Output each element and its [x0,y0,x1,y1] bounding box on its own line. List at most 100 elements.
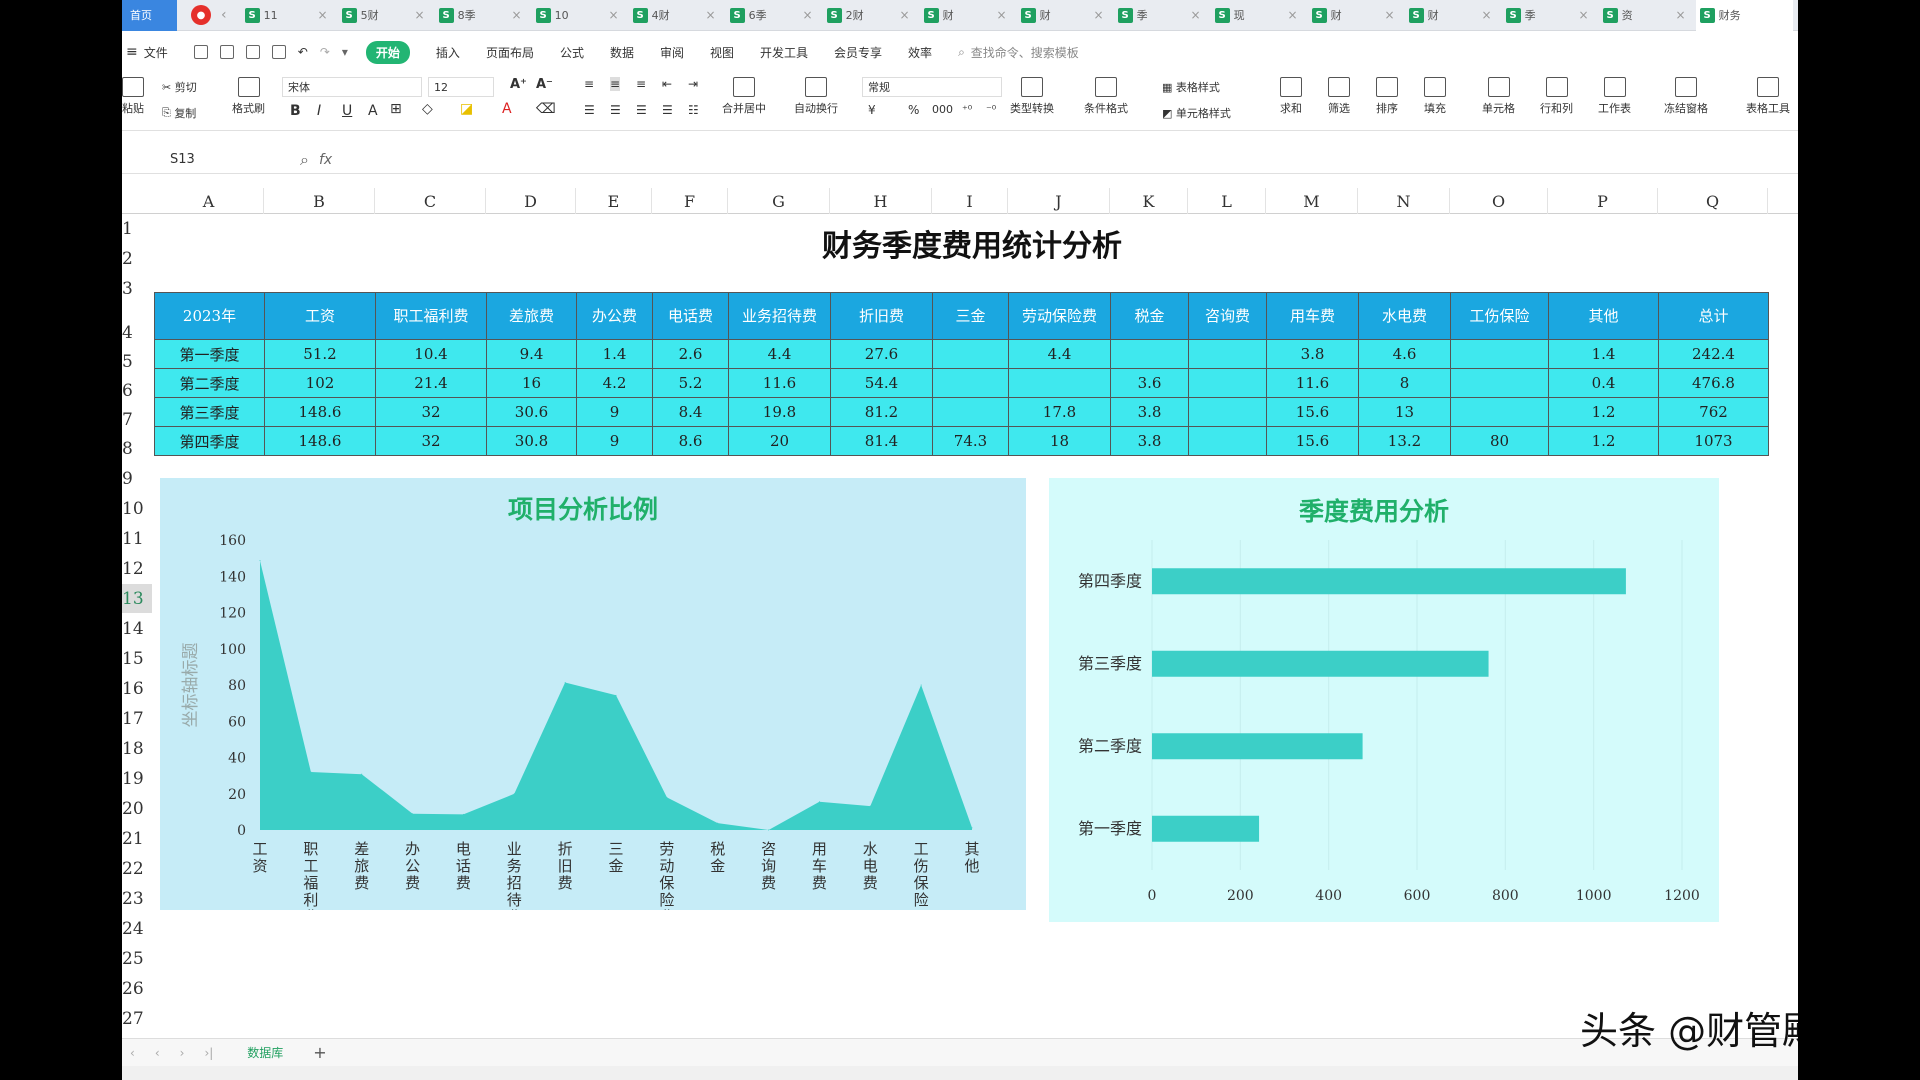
underline-icon[interactable]: U [342,103,352,119]
sheet-tab-database[interactable]: 数据库 [247,1044,283,1061]
command-search-input[interactable]: 查找命令、搜索模板 [971,44,1079,61]
table-cell[interactable]: 51.2 [264,339,376,369]
file-tab[interactable]: S 4财 × [629,0,726,31]
row-header[interactable]: 13 [122,584,152,613]
close-icon[interactable]: × [1191,8,1201,22]
file-tab[interactable]: S 6季 × [726,0,823,31]
format-painter-button[interactable]: 格式刷 [232,77,265,116]
undo-icon[interactable]: ↶ [298,45,308,59]
column-header[interactable]: P [1548,188,1658,214]
file-tab[interactable]: S 现 × [1211,0,1308,31]
table-cell[interactable]: 19.8 [728,397,831,427]
bar-chart[interactable]: 季度费用分析 0 200 400 600 800 1000 1200 第一季度 第二季度 第三季度… [1049,478,1719,922]
column-header[interactable]: G [728,188,830,214]
table-cell[interactable]: 18 [1008,426,1111,456]
menu-tab[interactable]: 会员专享 [834,44,882,61]
close-icon[interactable]: × [997,8,1007,22]
number-format-select[interactable]: 常规 [862,77,1002,97]
prev-sheet-icon[interactable]: ‹ [155,1046,160,1060]
menu-tab[interactable]: 公式 [560,44,584,61]
column-header[interactable]: J [1008,188,1110,214]
column-header[interactable]: B [264,188,375,214]
table-cell[interactable]: 1.4 [576,339,653,369]
table-header-cell[interactable]: 工伤保险 [1450,292,1549,340]
table-cell[interactable]: 80 [1450,426,1549,456]
table-header-cell[interactable]: 用车费 [1266,292,1359,340]
strikethrough-icon[interactable]: A [368,103,378,119]
row-header[interactable]: 18 [122,734,152,763]
italic-icon[interactable]: I [317,103,321,119]
menu-tab[interactable]: 数据 [610,44,634,61]
fill-button[interactable]: 填充 [1424,77,1446,116]
column-header[interactable]: D [486,188,576,214]
row-col-button[interactable]: 行和列 [1540,77,1573,116]
column-header[interactable]: M [1266,188,1358,214]
file-tab[interactable]: S 财务 [1695,0,1793,31]
file-tab[interactable]: S 财 × [1017,0,1114,31]
close-icon[interactable]: × [609,8,619,22]
table-cell[interactable]: 15.6 [1266,426,1359,456]
row-header[interactable]: 19 [122,764,152,793]
fill-color-icon[interactable]: ◪ [460,101,473,117]
table-cell[interactable]: 17.8 [1008,397,1111,427]
table-cell[interactable] [1188,426,1267,456]
table-header-cell[interactable]: 工资 [264,292,376,340]
table-cell[interactable]: 16 [486,368,577,398]
file-tab[interactable]: S 11 × [241,0,338,31]
indent-increase-icon[interactable]: ⇥ [688,77,698,91]
table-cell[interactable]: 74.3 [932,426,1009,456]
column-header[interactable]: A [154,188,264,214]
column-header[interactable]: N [1358,188,1450,214]
table-header-cell[interactable]: 办公费 [576,292,653,340]
row-header[interactable]: 5 [122,347,152,376]
close-icon[interactable]: × [1385,8,1395,22]
align-top-icon[interactable]: ≡ [584,77,594,91]
table-cell[interactable]: 4.4 [1008,339,1111,369]
table-cell[interactable] [1450,368,1549,398]
decimal-decrease-icon[interactable]: ⁻⁰ [986,103,996,116]
row-header[interactable]: 1 [122,214,152,243]
currency-icon[interactable]: ¥ [868,103,876,117]
sum-button[interactable]: 求和 [1280,77,1302,116]
column-header[interactable]: E [576,188,652,214]
row-header[interactable]: 22 [122,854,152,883]
fill-shape-icon[interactable]: ◇ [422,101,433,117]
table-header-cell[interactable]: 电话费 [652,292,729,340]
table-cell[interactable] [1188,339,1267,369]
table-cell[interactable]: 148.6 [264,397,376,427]
conditional-format-button[interactable]: 条件格式 [1084,77,1128,116]
column-header[interactable]: C [375,188,486,214]
print-icon[interactable] [245,45,260,59]
close-icon[interactable]: × [706,8,716,22]
row-header[interactable]: 17 [122,704,152,733]
file-tab[interactable]: S 8季 × [435,0,532,31]
table-header-cell[interactable]: 差旅费 [486,292,577,340]
paste-button[interactable]: 粘贴 [122,77,144,116]
file-tab[interactable]: S 财 × [1405,0,1502,31]
column-header[interactable]: I [932,188,1008,214]
align-center-icon[interactable]: ☰ [610,103,621,117]
table-cell[interactable]: 32 [375,426,487,456]
percent-icon[interactable]: % [908,103,919,117]
table-cell[interactable]: 27.6 [830,339,933,369]
table-cell[interactable]: 4.2 [576,368,653,398]
increase-font-icon[interactable]: A⁺ [510,77,527,92]
table-cell[interactable]: 11.6 [1266,368,1359,398]
close-icon[interactable]: × [1094,8,1104,22]
table-header-cell[interactable]: 三金 [932,292,1009,340]
table-cell[interactable]: 第一季度 [154,339,265,369]
thousands-icon[interactable]: 000 [932,103,953,116]
table-cell[interactable]: 第二季度 [154,368,265,398]
table-cell[interactable]: 102 [264,368,376,398]
table-cell[interactable]: 81.4 [830,426,933,456]
close-icon[interactable]: × [1288,8,1298,22]
close-icon[interactable]: × [1676,8,1686,22]
table-cell[interactable]: 148.6 [264,426,376,456]
row-header[interactable]: 25 [122,944,152,973]
border-icon[interactable]: ⊞ [390,101,402,117]
search-icon[interactable]: ⌕ [958,45,965,60]
menu-tab[interactable]: 插入 [436,44,460,61]
file-tab[interactable]: S 财 × [920,0,1017,31]
close-icon[interactable]: × [512,8,522,22]
table-cell[interactable]: 1.2 [1548,426,1659,456]
